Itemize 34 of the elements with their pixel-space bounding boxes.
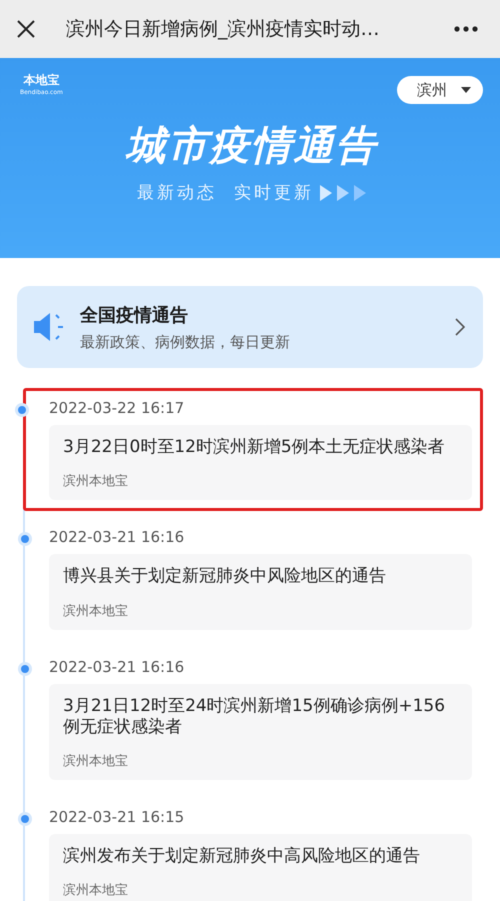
news-title: 滨州发布关于划定新冠肺炎中高风险地区的通告: [63, 846, 421, 868]
chevron-icon: [455, 318, 465, 336]
banner-subtitle: 最新动态 实时更新: [137, 182, 314, 204]
timeline-dot: [21, 815, 29, 823]
item-time: 2022-03-22 16:17: [49, 399, 186, 417]
news-card[interactable]: 滨州发布关于划定新冠肺炎中高风险地区的通告 滨州本地宝: [49, 834, 472, 901]
timeline-dot: [18, 406, 26, 414]
notice-subtitle: 最新政策、病例数据，每日更新: [80, 332, 291, 352]
news-title: 3月22日0时至12时滨州新增5例本土无症状感染者: [63, 437, 446, 458]
news-source: 滨州本地宝: [63, 473, 129, 490]
news-title: 3月21日12时至24时滨州新增15例确诊病例+156例无症状感染者: [63, 696, 446, 738]
news-card[interactable]: 3月21日12时至24时滨州新增15例确诊病例+156例无症状感染者 滨州本地宝: [49, 684, 472, 780]
notice-title: 全国疫情通告: [80, 304, 189, 326]
news-title: 博兴县关于划定新冠肺炎中风险地区的通告: [63, 566, 387, 588]
city-dropdown[interactable]: 滨州: [397, 76, 483, 104]
timeline-dot: [21, 664, 29, 672]
item-time: 2022-03-21 16:16: [49, 658, 186, 676]
item-time: 2022-03-21 16:15: [49, 808, 186, 826]
caret-icon: [461, 87, 471, 93]
notice-card[interactable]: 全国疫情通告 最新政策、病例数据，每日更新: [17, 286, 483, 368]
news-source: 滨州本地宝: [63, 882, 129, 900]
item-time: 2022-03-21 16:16: [49, 528, 186, 546]
speaker-icon: [32, 311, 66, 343]
news-source: 滨州本地宝: [63, 602, 129, 620]
close-icon[interactable]: [16, 19, 36, 39]
news-card[interactable]: 博兴县关于划定新冠肺炎中风险地区的通告 滨州本地宝: [49, 554, 472, 630]
arrows-icon: [320, 184, 366, 200]
timeline-dot: [21, 535, 29, 544]
banner-title: 城市疫情通告: [124, 122, 380, 171]
window-title: 滨州今日新增病例_滨州疫情实时动…: [66, 17, 380, 42]
logo-text: 本地宝: [23, 72, 60, 89]
more-icon[interactable]: [454, 26, 478, 32]
news-card[interactable]: 3月22日0时至12时滨州新增5例本土无症状感染者 滨州本地宝: [49, 425, 472, 500]
news-source: 滨州本地宝: [63, 753, 129, 770]
